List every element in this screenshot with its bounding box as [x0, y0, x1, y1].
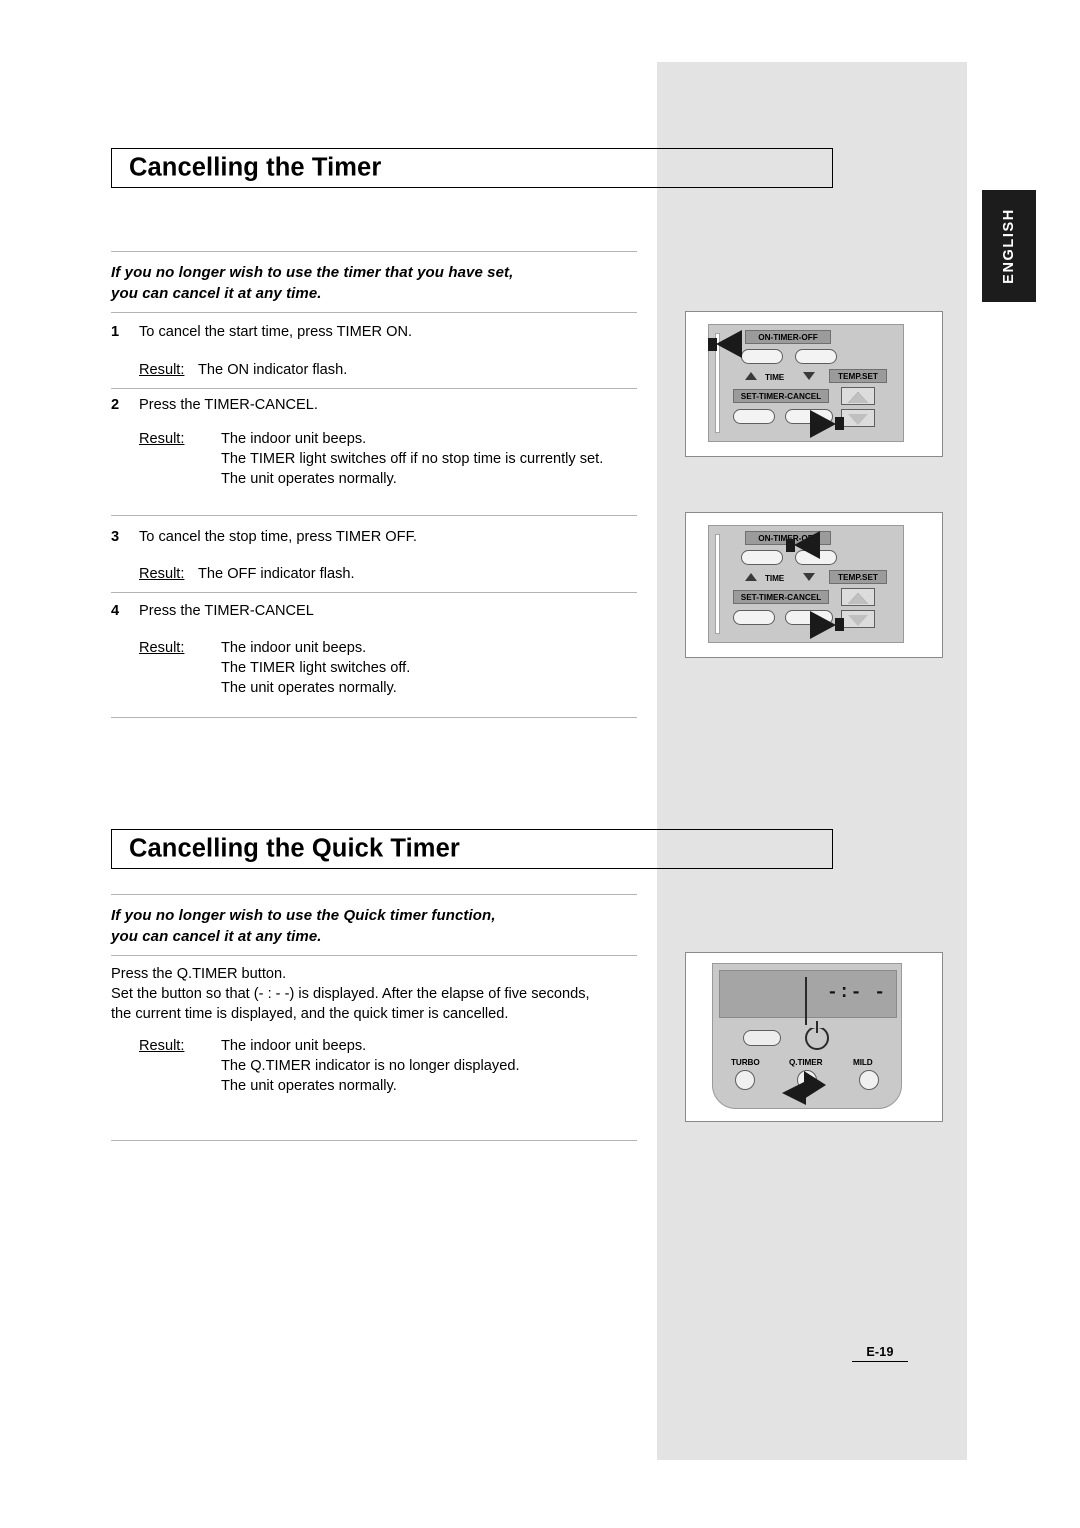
divider [111, 717, 637, 718]
step-text: Press the TIMER-CANCEL. [139, 397, 318, 413]
step-item: 1 To cancel the start time, press TIMER … [111, 322, 651, 342]
pointer-icon-timer-off [786, 531, 820, 559]
result-line: The ON indicator flash. [198, 362, 348, 378]
remote-illustration-timer-off: ON-TIMER-OFF TIME TEMP.SET SET-TIMER-CAN… [685, 512, 943, 658]
pointer-icons [782, 1071, 826, 1105]
divider [111, 312, 637, 313]
result-lines: The indoor unit beeps. The Q.TIMER indic… [221, 1036, 656, 1096]
result-line: The indoor unit beeps. [221, 431, 367, 447]
result-line: The Q.TIMER indicator is no longer displ… [221, 1058, 520, 1074]
result-lines: The indoor unit beeps. The TIMER light s… [221, 429, 656, 489]
step-number: 1 [111, 324, 120, 340]
divider [111, 515, 637, 516]
intro-paragraph-timer: If you no longer wish to use the timer t… [111, 262, 641, 304]
footer-rule [852, 1361, 908, 1363]
section-title-bar-cancelling-quick-timer: Cancelling the Quick Timer [111, 829, 833, 869]
result-line: The TIMER light switches off if no stop … [221, 451, 604, 467]
result-line: The unit operates normally. [221, 1078, 397, 1094]
step-result: Result: The indoor unit beeps. The TIMER… [111, 429, 656, 489]
step-text: To cancel the start time, press TIMER ON… [139, 324, 413, 340]
step-result: Result: The ON indicator flash. [111, 360, 656, 380]
page-number: E-19 [866, 1345, 894, 1359]
pointer-icons [708, 330, 844, 438]
right-grey-panel [657, 62, 967, 1460]
step-item: 3 To cancel the stop time, press TIMER O… [111, 527, 651, 547]
section-title-bar-cancelling-timer: Cancelling the Timer [111, 148, 833, 188]
pointer-icon-qtimer [782, 1071, 826, 1105]
result-label: Result: [139, 566, 185, 582]
quick-timer-paragraph: Press the Q.TIMER button. Set the button… [111, 964, 656, 1024]
result-line: The indoor unit beeps. [221, 640, 367, 656]
intro-paragraph-quick-timer: If you no longer wish to use the Quick t… [111, 905, 641, 947]
paragraph-line: the current time is displayed, and the q… [111, 1006, 509, 1022]
page-title: Cancelling the Timer [129, 153, 382, 182]
divider [111, 1140, 637, 1141]
result-label: Result: [139, 640, 185, 656]
divider [111, 251, 637, 252]
remote-illustration-timer-on: ON-TIMER-OFF TIME TEMP.SET SET-TIMER-CAN… [685, 311, 943, 457]
language-tab-label: ENGLISH [1001, 208, 1017, 284]
divider [111, 592, 637, 593]
result-label: Result: [139, 1038, 185, 1054]
result-line: The OFF indicator flash. [198, 566, 355, 582]
step-result: Result: The OFF indicator flash. [111, 564, 656, 584]
step-number: 3 [111, 529, 120, 545]
pointer-icon-timer-on [708, 330, 742, 358]
result-line: The indoor unit beeps. [221, 1038, 367, 1054]
step-result: Result: The indoor unit beeps. The TIMER… [111, 638, 656, 698]
result-lines: The OFF indicator flash. [198, 564, 656, 584]
result-lines: The indoor unit beeps. The TIMER light s… [221, 638, 656, 698]
intro-line-2: you can cancel it at any time. [111, 928, 322, 945]
paragraph-line: Press the Q.TIMER button. [111, 966, 287, 982]
page-footer: E-19 [852, 1345, 908, 1363]
result-label: Result: [139, 362, 185, 378]
step-item: 4 Press the TIMER-CANCEL [111, 601, 651, 621]
section-title: Cancelling the Quick Timer [129, 834, 460, 863]
pointer-icon-timer-cancel [810, 611, 844, 639]
result-lines: The ON indicator flash. [198, 360, 656, 380]
remote-illustration-quick-timer: -:- - TURBO Q.TIMER MILD [685, 952, 943, 1122]
pointer-icons [786, 531, 844, 639]
divider [111, 894, 637, 895]
step-number: 4 [111, 603, 120, 619]
step-text: To cancel the stop time, press TIMER OFF… [139, 529, 417, 545]
pointer-icon-timer-cancel [810, 410, 844, 438]
intro-line-2: you can cancel it at any time. [111, 285, 322, 302]
result-label: Result: [139, 431, 185, 447]
result-line: The unit operates normally. [221, 680, 397, 696]
quick-timer-result: Result: The indoor unit beeps. The Q.TIM… [111, 1036, 656, 1096]
step-number: 2 [111, 397, 120, 413]
result-line: The unit operates normally. [221, 471, 397, 487]
paragraph-line: Set the button so that (- : - -) is disp… [111, 986, 590, 1002]
language-tab: ENGLISH [982, 190, 1036, 302]
divider [111, 388, 637, 389]
intro-line-1: If you no longer wish to use the Quick t… [111, 907, 496, 924]
step-item: 2 Press the TIMER-CANCEL. [111, 395, 651, 415]
step-text: Press the TIMER-CANCEL [139, 603, 314, 619]
divider [111, 955, 637, 956]
intro-line-1: If you no longer wish to use the timer t… [111, 264, 514, 281]
result-line: The TIMER light switches off. [221, 660, 411, 676]
